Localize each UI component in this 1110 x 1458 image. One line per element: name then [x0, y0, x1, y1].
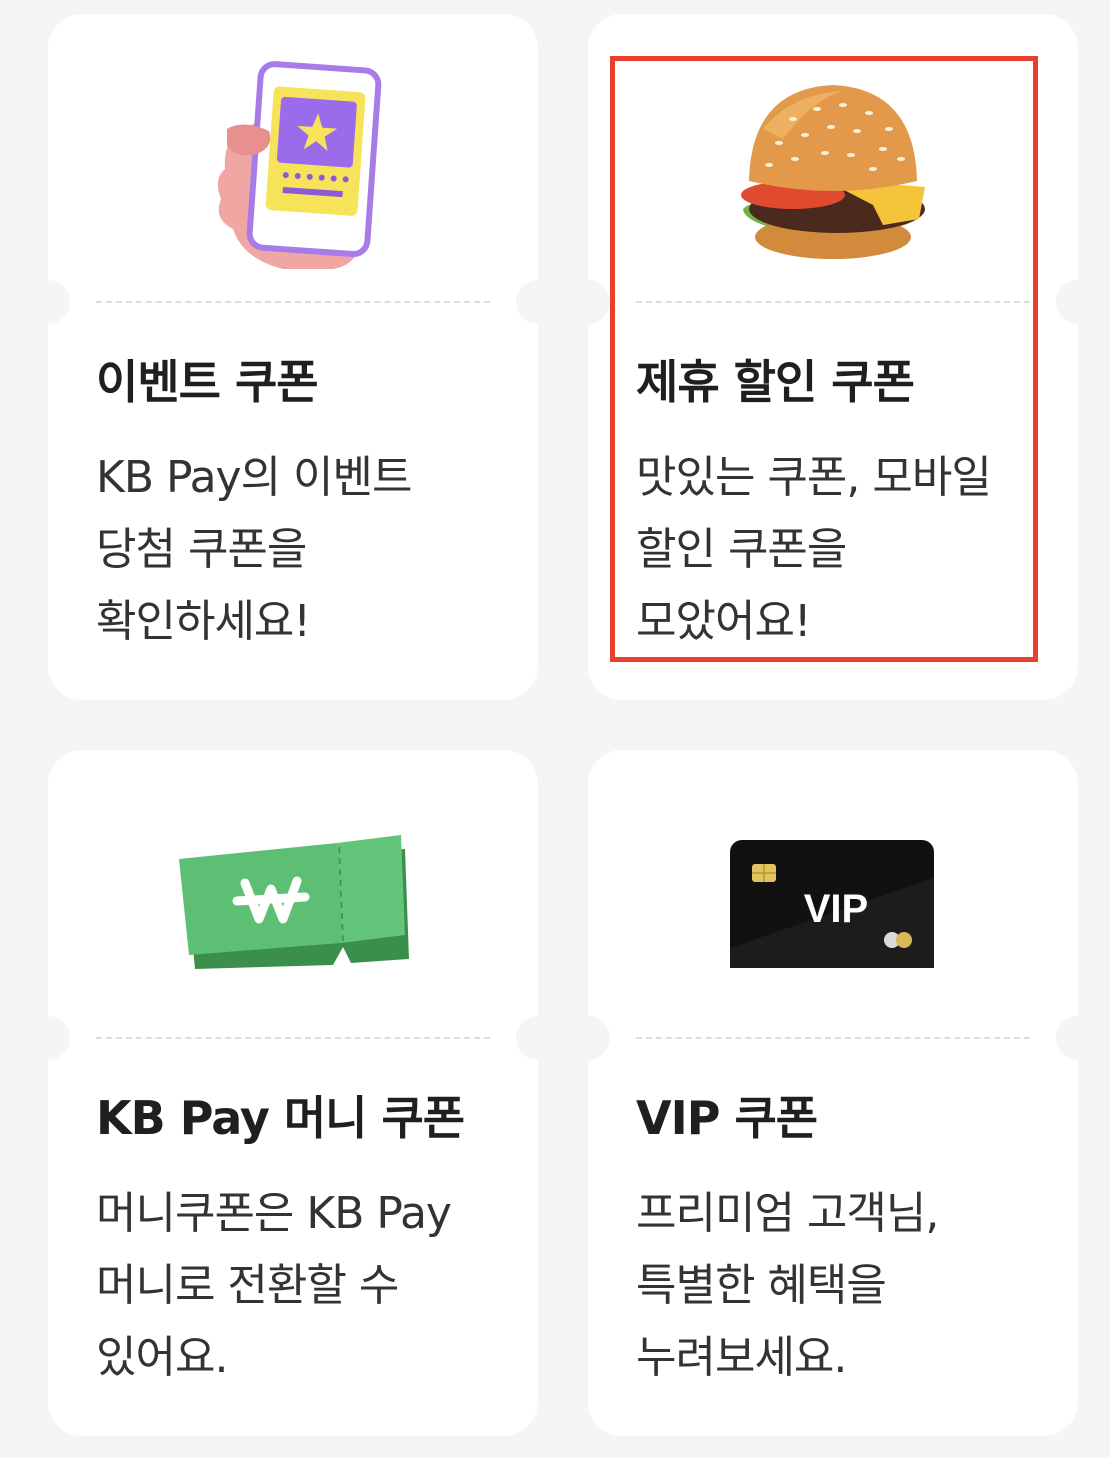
coupon-description: 맛있는 쿠폰, 모바일 할인 쿠폰을 모았어요!	[636, 452, 992, 647]
phone-ticket-icon	[48, 44, 538, 294]
won-ticket-icon	[48, 780, 538, 1030]
coupon-description: 프리미엄 고객님, 특별한 혜택을 누려보세요.	[636, 1188, 939, 1383]
ticket-divider	[636, 1037, 1030, 1039]
vip-card-label: VIP	[804, 887, 868, 931]
coupon-card-partner[interactable]: 제휴 할인 쿠폰 맛있는 쿠폰, 모바일 할인 쿠폰을 모았어요!	[566, 14, 1100, 700]
ticket-divider	[96, 301, 490, 303]
ticket-divider	[96, 1037, 490, 1039]
coupon-card-money[interactable]: KB Pay 머니 쿠폰 머니쿠폰은 KB Pay 머니로 전환할 수 있어요.	[26, 750, 560, 1436]
coupon-title: VIP 쿠폰	[636, 1091, 818, 1145]
coupon-description: 머니쿠폰은 KB Pay 머니로 전환할 수 있어요.	[96, 1188, 452, 1383]
coupon-card-event[interactable]: 이벤트 쿠폰 KB Pay의 이벤트 당첨 쿠폰을 확인하세요!	[26, 14, 560, 700]
coupon-description: KB Pay의 이벤트 당첨 쿠폰을 확인하세요!	[96, 452, 413, 647]
coupon-title: KB Pay 머니 쿠폰	[96, 1091, 465, 1145]
coupon-card-vip[interactable]: VIP VIP 쿠폰 프리미엄 고객님, 특별한 혜택을 누려보세요.	[566, 750, 1100, 1436]
burger-icon	[588, 44, 1078, 294]
coupon-title: 제휴 할인 쿠폰	[636, 355, 915, 409]
ticket-divider	[636, 301, 1030, 303]
vip-card-icon: VIP	[588, 780, 1078, 1030]
coupon-grid: 이벤트 쿠폰 KB Pay의 이벤트 당첨 쿠폰을 확인하세요! 제휴 할인 쿠…	[26, 14, 1100, 1436]
coupon-title: 이벤트 쿠폰	[96, 355, 319, 409]
